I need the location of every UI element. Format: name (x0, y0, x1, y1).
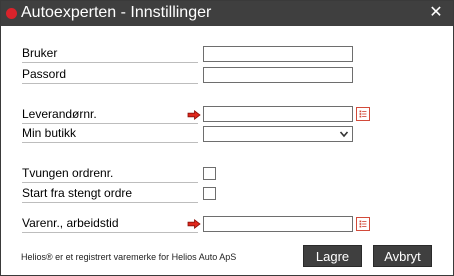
start-from-closed-order-label: Start fra stengt ordre (22, 186, 198, 203)
save-button[interactable]: Lagre (303, 245, 362, 267)
forced-order-number-label: Tvungen ordrenr. (22, 166, 198, 183)
settings-dialog: Autoexperten - Innstillinger ✕ Bruker Pa… (0, 0, 454, 276)
my-store-label: Min butikk (22, 126, 198, 143)
username-label: Bruker (22, 46, 198, 63)
password-input[interactable] (203, 67, 353, 83)
supplier-number-input[interactable] (203, 106, 353, 122)
password-label: Passord (22, 67, 198, 84)
my-store-selected-value (204, 129, 207, 143)
app-status-dot-icon (6, 8, 17, 19)
list-picker-icon[interactable] (356, 107, 370, 121)
item-number-work-time-input[interactable] (203, 216, 353, 232)
arrow-right-icon (187, 110, 201, 120)
username-input[interactable] (203, 46, 353, 62)
title-bar: Autoexperten - Innstillinger ✕ (1, 1, 453, 26)
forced-order-number-checkbox[interactable] (203, 167, 216, 180)
close-button[interactable]: ✕ (427, 4, 445, 22)
cancel-button[interactable]: Avbryt (373, 245, 432, 267)
item-number-work-time-label: Varenr., arbeidstid (22, 216, 198, 233)
start-from-closed-order-checkbox[interactable] (203, 187, 216, 200)
list-picker-icon[interactable] (356, 217, 370, 231)
trademark-note: Helios® er et registrert varemerke for H… (21, 252, 237, 262)
arrow-right-icon (187, 219, 201, 229)
chevron-down-icon (339, 131, 349, 138)
my-store-select[interactable] (203, 126, 353, 142)
supplier-number-label: Leverandørnr. (22, 107, 198, 124)
window-title: Autoexperten - Innstillinger (21, 4, 212, 21)
